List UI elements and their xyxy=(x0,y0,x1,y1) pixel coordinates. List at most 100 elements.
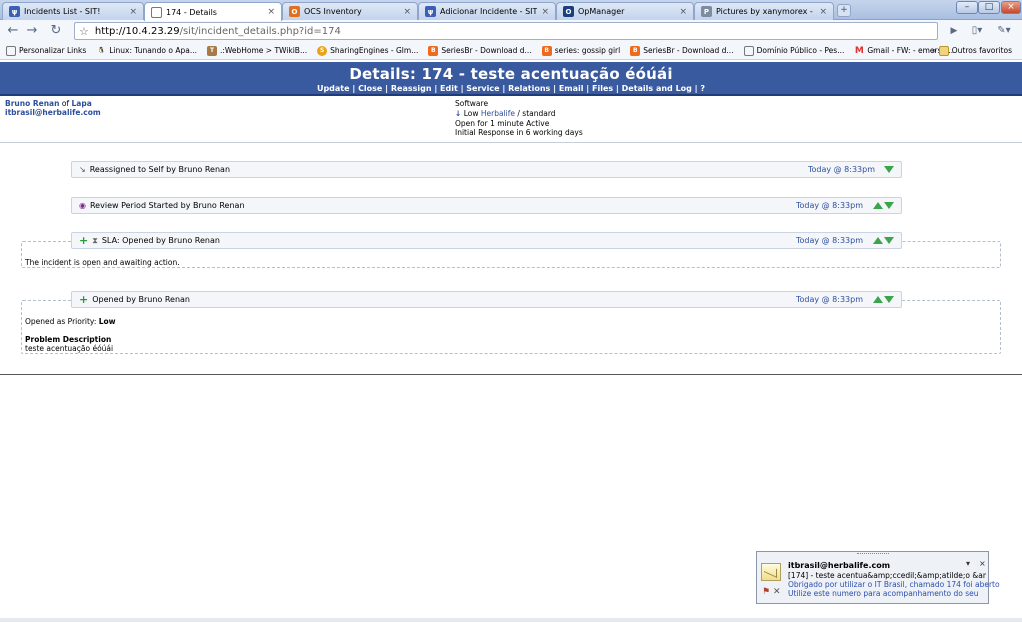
priority: Low xyxy=(463,109,479,118)
menu-relations[interactable]: Relations xyxy=(508,84,550,93)
opmanager-icon: O xyxy=(563,6,574,17)
bookmark-item[interactable]: B SeriesBr - Download d... xyxy=(630,45,734,56)
bookmark-item[interactable]: S SharingEngines - Glm... xyxy=(317,45,419,56)
close-icon[interactable]: × xyxy=(129,7,137,17)
contact-name-link[interactable]: Bruno Renan xyxy=(5,99,59,108)
maximize-button[interactable]: □ xyxy=(978,1,1000,14)
tab-adicionar-incidente[interactable]: ψ Adicionar Incidente - SIT! × xyxy=(418,2,556,20)
notification-line-1: Obrigado por utilizar o IT Brasil, chama… xyxy=(788,580,1000,589)
arrow-up-icon[interactable] xyxy=(873,296,883,303)
company-link[interactable]: Herbalife xyxy=(481,109,515,118)
bookmark-item[interactable]: B SeriesBr - Download d... xyxy=(428,45,532,56)
chevron-down-icon[interactable]: ▾ xyxy=(966,559,970,568)
other-bookmarks[interactable]: Outros favoritos xyxy=(938,45,1012,56)
plus-icon: + xyxy=(79,233,89,247)
bookmark-item[interactable]: Bseries: gossip girl xyxy=(541,45,621,56)
incident-status: Software ↓ Low Herbalife / standard Open… xyxy=(455,99,583,137)
close-icon[interactable]: × xyxy=(403,7,411,17)
menu-details-and-log[interactable]: Details and Log xyxy=(622,84,692,93)
incident-info: Bruno Renan of Lapa itbrasil@herbalife.c… xyxy=(0,97,1022,143)
tab-label: 174 - Details xyxy=(166,7,217,17)
bookmark-label: SeriesBr - Download d... xyxy=(643,46,734,55)
star-icon[interactable]: ☆ xyxy=(79,25,89,38)
arrow-down-icon: ↓ xyxy=(455,109,462,118)
reload-icon[interactable]: ↻ xyxy=(48,23,64,39)
linux-icon: 🐧 xyxy=(97,47,105,54)
minimize-button[interactable]: – xyxy=(956,1,978,14)
email-notification[interactable]: itbrasil@herbalife.com [174] - teste ace… xyxy=(756,551,1000,604)
log-entry-time: Today @ 8:33pm xyxy=(795,236,863,245)
menu-files[interactable]: Files xyxy=(592,84,613,93)
bookmark-item[interactable]: Personalizar Links xyxy=(6,45,86,56)
bookmark-item[interactable]: Domínio Público - Pes... xyxy=(743,45,845,56)
priority-value: Low xyxy=(98,317,116,326)
menu-help[interactable]: ? xyxy=(700,84,705,93)
bookmark-label: Domínio Público - Pes... xyxy=(756,46,845,55)
bookmarks-overflow[interactable]: » xyxy=(932,46,937,55)
plus-icon: + xyxy=(79,292,89,306)
close-icon[interactable]: × xyxy=(979,559,986,568)
menu-edit[interactable]: Edit xyxy=(440,84,458,93)
site-link[interactable]: Lapa xyxy=(71,99,91,108)
notification-actions: ⚑ ✕ xyxy=(762,587,781,597)
bookmark-label: SharingEngines - Glm... xyxy=(330,46,419,55)
tab-pictures[interactable]: P Pictures by xanymorex - P... × xyxy=(694,2,834,20)
wrench-icon[interactable]: ✎▾ xyxy=(993,23,1015,39)
log-entry-time: Today @ 8:33pm xyxy=(795,201,863,210)
ocs-icon: O xyxy=(289,6,300,17)
arrow-up-icon[interactable] xyxy=(873,237,883,244)
log-entry-time: Today @ 8:33pm xyxy=(807,165,875,174)
tab-incidents-list[interactable]: ψ Incidents List - SIT! × xyxy=(2,2,144,20)
back-icon[interactable]: ← xyxy=(5,23,21,39)
menu-service[interactable]: Service xyxy=(466,84,499,93)
notification-subject: [174] - teste acentua&amp;ccedil;&amp;at… xyxy=(788,571,986,580)
page-menu-icon[interactable]: ▯▾ xyxy=(966,23,988,39)
arrow-down-icon[interactable] xyxy=(884,166,894,173)
flag-icon[interactable]: ⚑ xyxy=(762,587,770,597)
menu-reassign[interactable]: Reassign xyxy=(391,84,432,93)
blogger-icon: B xyxy=(541,45,552,56)
photobucket-icon: P xyxy=(701,6,712,17)
tab-174-details[interactable]: 174 - Details × xyxy=(144,2,282,21)
arrow-down-icon[interactable] xyxy=(884,296,894,303)
page-icon xyxy=(151,6,162,18)
arrow-down-icon[interactable] xyxy=(884,202,894,209)
close-icon[interactable]: × xyxy=(819,7,827,17)
log-entry-review: ◉ Review Period Started by Bruno Renan To… xyxy=(71,197,902,214)
twiki-icon: T xyxy=(207,45,217,56)
log-entry-body: Opened as Priority: Low Problem Descript… xyxy=(21,300,1001,354)
bookmark-label: Outros favoritos xyxy=(951,46,1012,55)
tab-label: OCS Inventory xyxy=(304,7,362,16)
arrow-up-icon[interactable] xyxy=(873,202,883,209)
tab-ocs-inventory[interactable]: O OCS Inventory × xyxy=(282,2,418,20)
menu-close[interactable]: Close xyxy=(358,84,382,93)
close-window-button[interactable]: × xyxy=(1001,1,1021,14)
page-icon xyxy=(743,45,754,56)
menu-update[interactable]: Update xyxy=(317,84,350,93)
arrow-down-icon[interactable] xyxy=(884,237,894,244)
log-entry-title: Review Period Started by Bruno Renan xyxy=(89,201,245,210)
close-icon[interactable]: × xyxy=(541,7,549,17)
log-entry-time: Today @ 8:33pm xyxy=(795,295,863,304)
bookmark-label: series: gossip girl xyxy=(554,46,621,55)
incident-header: Details: 174 - teste acentuação éóúái Up… xyxy=(0,62,1022,96)
bookmark-item[interactable]: T .:WebHome > TWikiB... xyxy=(207,45,307,56)
forward-icon[interactable]: → xyxy=(24,23,40,39)
drag-handle[interactable] xyxy=(857,553,889,555)
notification-sender: itbrasil@herbalife.com xyxy=(788,561,891,570)
reassign-icon: ↘ xyxy=(79,165,86,174)
bookmark-item[interactable]: 🐧 Linux: Tunando o Apa... xyxy=(96,46,197,56)
menu-email[interactable]: Email xyxy=(559,84,584,93)
blogger-icon: B xyxy=(630,45,641,56)
close-icon[interactable]: × xyxy=(267,7,275,17)
new-tab-button[interactable]: + xyxy=(837,4,851,17)
priority-label: Opened as Priority: xyxy=(25,317,97,326)
go-icon[interactable]: ▶ xyxy=(946,23,962,39)
tab-opmanager[interactable]: O OpManager × xyxy=(556,2,694,20)
page-icon xyxy=(6,45,16,56)
delete-icon[interactable]: ✕ xyxy=(773,587,781,597)
close-icon[interactable]: × xyxy=(679,7,687,17)
contact-email-link[interactable]: itbrasil@herbalife.com xyxy=(5,108,101,117)
address-bar[interactable]: ☆ http://10.4.23.29/sit/incident_details… xyxy=(74,22,938,40)
footer-divider xyxy=(0,374,1022,375)
